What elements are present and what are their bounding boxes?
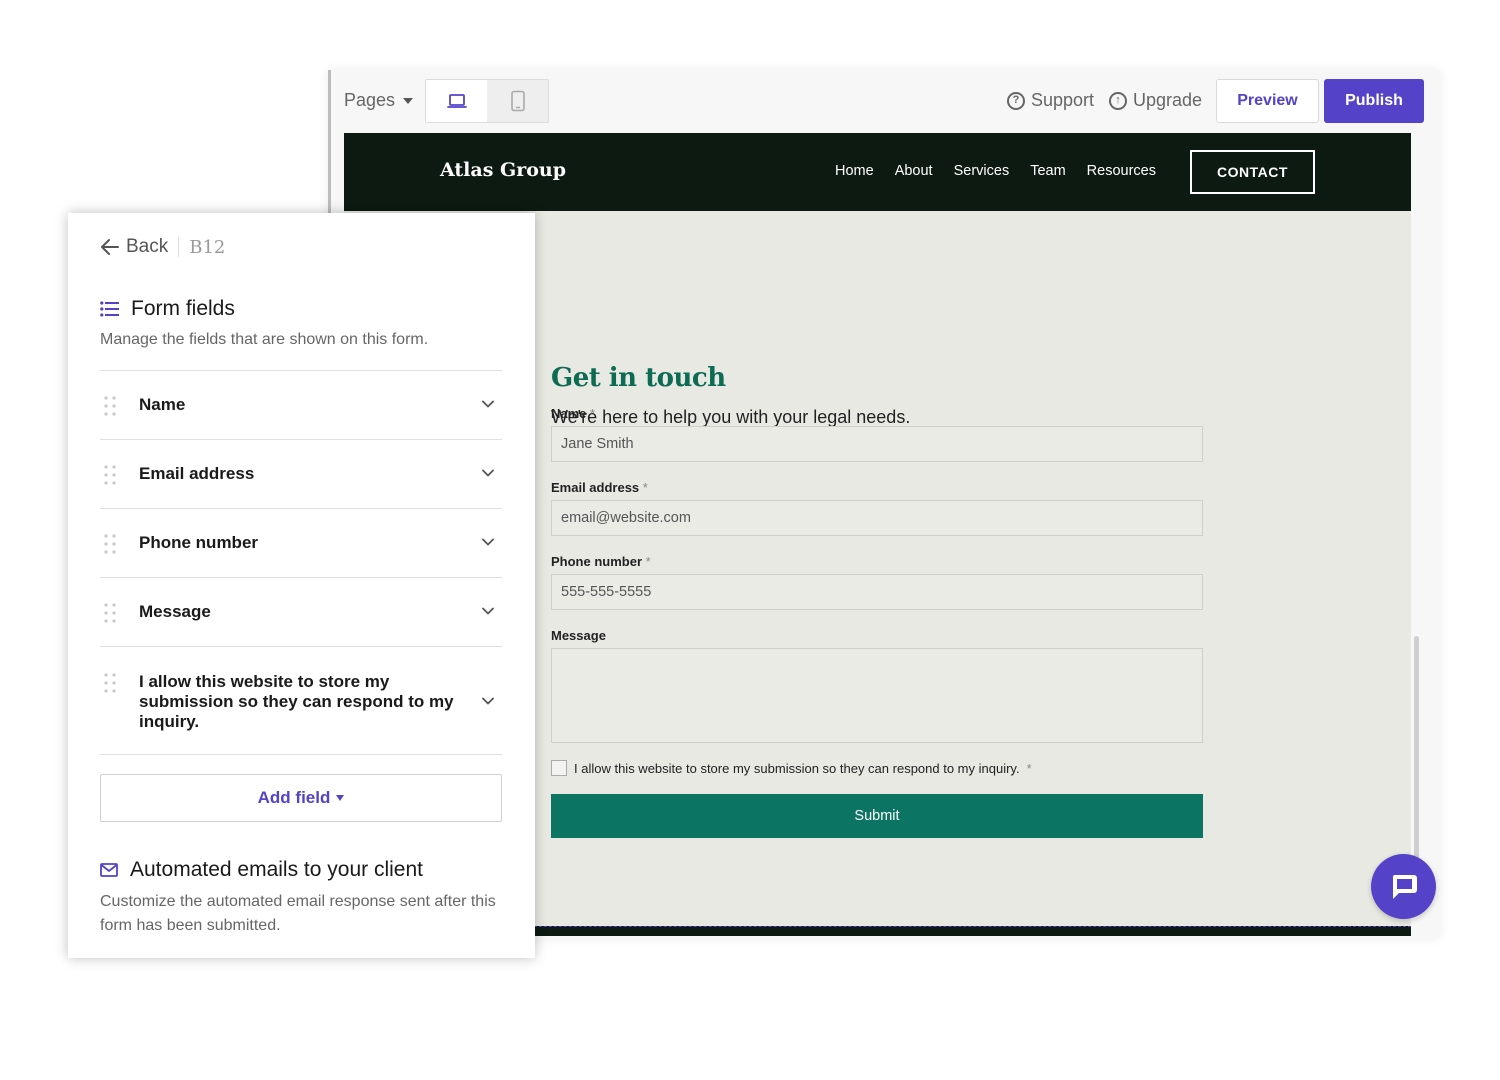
pages-dropdown-label: Pages <box>344 90 396 110</box>
contact-subheading: We're here to help you with your legal n… <box>551 407 911 427</box>
name-input[interactable]: Jane Smith <box>551 426 1203 462</box>
automated-emails-description: Customize the automated email response s… <box>100 893 496 934</box>
back-label: Back <box>126 236 169 257</box>
back-button[interactable]: Back <box>100 236 168 258</box>
email-input[interactable]: email@website.com <box>551 500 1203 536</box>
tablet-icon <box>510 90 525 112</box>
header-divider <box>178 237 180 257</box>
nav-link-about[interactable]: About <box>895 163 933 179</box>
field-name-label: Phone number <box>139 533 259 552</box>
form-settings-panel: Back B12 Form fields Manage the fields t… <box>68 213 535 958</box>
field-item-phone[interactable]: Phone number <box>100 509 502 578</box>
message-label: Message <box>551 628 606 643</box>
pages-dropdown[interactable]: Pages <box>344 90 414 111</box>
drag-handle-icon <box>104 465 116 485</box>
automated-emails-title: Automated emails to your client <box>100 858 423 882</box>
form-field-list: Name Email address Phone number Message … <box>100 370 502 755</box>
support-label: Support <box>1031 90 1095 110</box>
publish-button[interactable]: Publish <box>1324 79 1424 123</box>
nav-link-services[interactable]: Services <box>954 163 1010 179</box>
chevron-down-icon <box>482 469 494 477</box>
caret-down-icon <box>336 795 345 801</box>
field-name-label: I allow this website to store my submiss… <box>139 672 454 731</box>
drag-handle-icon <box>104 396 116 416</box>
chevron-down-icon <box>482 607 494 615</box>
consent-checkbox[interactable] <box>551 760 567 776</box>
phone-label: Phone number * <box>551 554 651 569</box>
support-link[interactable]: ? Support <box>1007 90 1094 111</box>
contact-heading: Get in touch <box>551 363 726 393</box>
upload-circle-icon: ↑ <box>1109 91 1127 110</box>
site-nav-links: Home About Services Team Resources <box>835 163 1156 179</box>
field-item-email[interactable]: Email address <box>100 440 502 509</box>
drag-handle-icon <box>104 603 116 623</box>
mail-icon <box>100 863 118 877</box>
consent-row: I allow this website to store my submiss… <box>551 760 1032 776</box>
panel-header: Back B12 <box>100 236 225 258</box>
chat-button[interactable] <box>1371 854 1436 919</box>
submit-button[interactable]: Submit <box>551 794 1203 838</box>
upgrade-label: Upgrade <box>1133 90 1203 110</box>
field-name-label: Email address <box>139 464 255 483</box>
drag-handle-icon <box>104 534 116 554</box>
drag-handle-icon <box>104 673 116 693</box>
message-textarea[interactable] <box>551 648 1203 743</box>
nav-link-home[interactable]: Home <box>835 163 874 179</box>
field-name-label: Message <box>139 602 211 621</box>
upgrade-link[interactable]: ↑ Upgrade <box>1109 90 1202 111</box>
form-fields-description: Manage the fields that are shown on this… <box>100 331 429 348</box>
phone-input[interactable]: 555-555-5555 <box>551 574 1203 610</box>
field-item-consent[interactable]: I allow this website to store my submiss… <box>100 647 502 755</box>
mobile-view-button[interactable] <box>487 80 548 122</box>
field-name-label: Name <box>139 395 186 414</box>
chevron-down-icon <box>482 538 494 546</box>
caret-down-icon <box>403 97 414 104</box>
field-item-message[interactable]: Message <box>100 578 502 647</box>
site-navbar: Atlas Group Home About Services Team Res… <box>344 133 1411 211</box>
preview-button[interactable]: Preview <box>1216 79 1319 123</box>
desktop-view-button[interactable] <box>426 80 487 122</box>
laptop-icon <box>446 94 467 108</box>
nav-link-resources[interactable]: Resources <box>1087 163 1156 179</box>
chevron-down-icon <box>482 400 494 408</box>
email-label: Email address * <box>551 480 648 495</box>
add-field-button[interactable]: Add field <box>100 774 502 822</box>
name-label: Name * <box>551 406 596 421</box>
list-icon <box>100 301 119 317</box>
add-field-label: Add field <box>257 788 331 807</box>
nav-link-team[interactable]: Team <box>1030 163 1065 179</box>
field-item-name[interactable]: Name <box>100 371 502 440</box>
b12-logo: B12 <box>189 236 226 258</box>
editor-toolbar: Pages ? Support ↑ Upgrade Preview Publis… <box>331 70 1440 133</box>
chat-icon <box>1392 874 1417 899</box>
site-brand[interactable]: Atlas Group <box>440 159 566 181</box>
consent-label: I allow this website to store my submiss… <box>574 760 1020 776</box>
question-circle-icon: ? <box>1007 91 1025 110</box>
consent-required-mark: * <box>1026 760 1032 776</box>
chevron-down-icon <box>482 697 494 705</box>
arrow-left-icon <box>101 239 119 255</box>
device-toggle <box>425 79 549 123</box>
contact-button[interactable]: CONTACT <box>1190 150 1315 194</box>
form-fields-title: Form fields <box>100 297 235 321</box>
